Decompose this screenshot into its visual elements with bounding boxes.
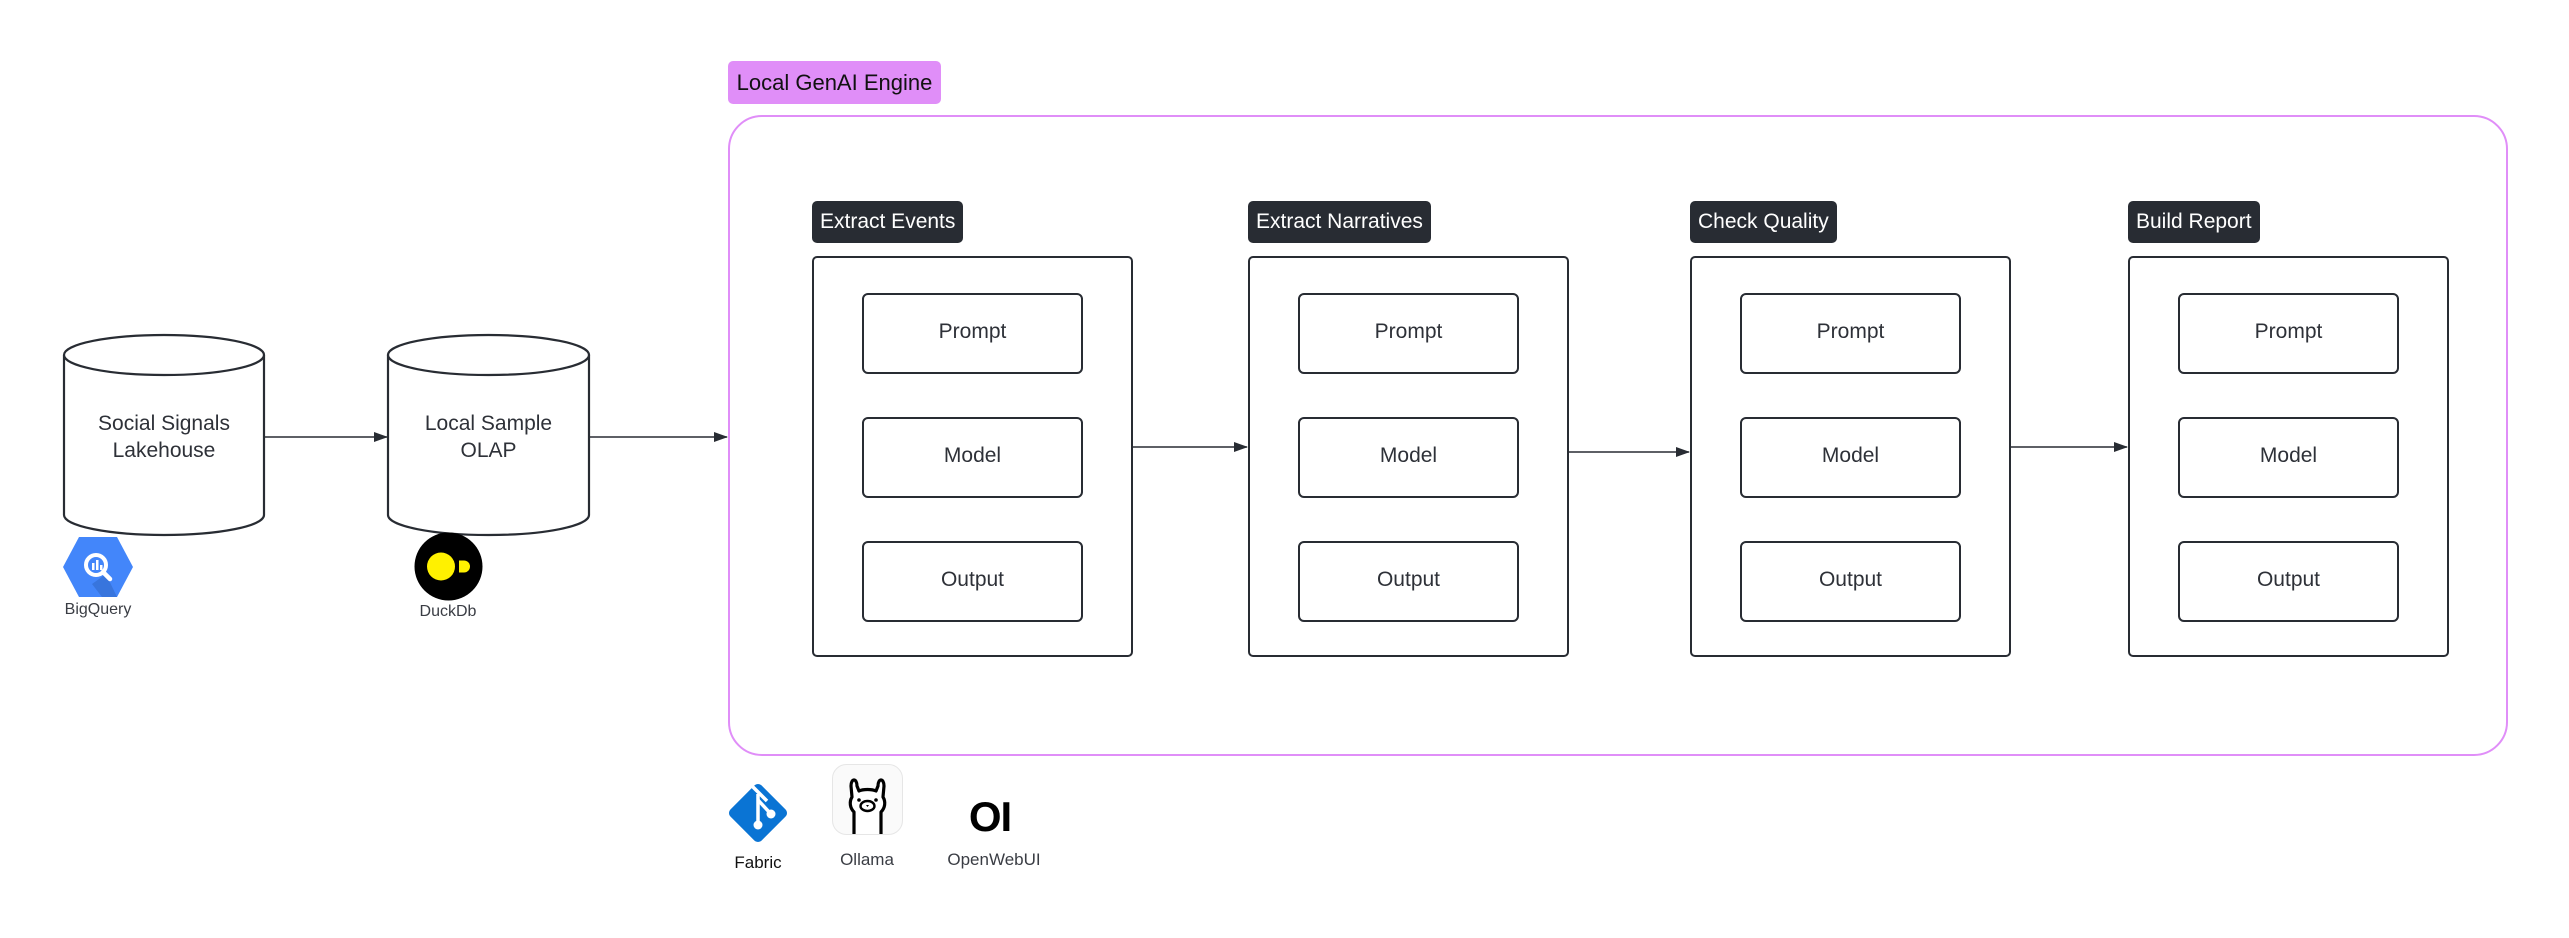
duckdb-label: DuckDb bbox=[419, 603, 477, 620]
bigquery-label: BigQuery bbox=[64, 601, 132, 618]
stage-tag-build-report: Build Report bbox=[2128, 201, 2260, 243]
step-output[interactable]: Output bbox=[2178, 541, 2399, 622]
olap-label-line2: OLAP bbox=[460, 439, 517, 462]
step-output[interactable]: Output bbox=[1298, 541, 1519, 622]
step-model[interactable]: Model bbox=[862, 417, 1083, 498]
step-model[interactable]: Model bbox=[1740, 417, 1961, 498]
stage-build-report[interactable]: Prompt Model Output bbox=[2128, 256, 2449, 657]
step-prompt[interactable]: Prompt bbox=[1298, 293, 1519, 374]
openwebui-icon: OI bbox=[968, 793, 1012, 840]
stage-extract-events[interactable]: Prompt Model Output bbox=[812, 256, 1133, 657]
stage-extract-narratives[interactable]: Prompt Model Output bbox=[1248, 256, 1569, 657]
step-output[interactable]: Output bbox=[862, 541, 1083, 622]
bigquery-icon bbox=[63, 537, 133, 597]
lakehouse-label: Social Signals Lakehouse bbox=[64, 395, 264, 479]
olap-label-line1: Local Sample bbox=[424, 412, 553, 435]
step-prompt[interactable]: Prompt bbox=[862, 293, 1083, 374]
stage-tag-extract-events: Extract Events bbox=[812, 201, 964, 243]
lakehouse-label-line2: Lakehouse bbox=[112, 439, 216, 462]
stage-tag-check-quality: Check Quality bbox=[1690, 201, 1837, 243]
engine-label: Local GenAI Engine bbox=[728, 61, 941, 104]
step-model[interactable]: Model bbox=[1298, 417, 1519, 498]
ollama-llama-icon bbox=[832, 764, 903, 835]
stage-tag-extract-narratives: Extract Narratives bbox=[1248, 201, 1431, 243]
lakehouse-label-line1: Social Signals bbox=[98, 412, 230, 435]
ollama-label: Ollama bbox=[840, 850, 894, 869]
step-prompt[interactable]: Prompt bbox=[2178, 293, 2399, 374]
fabric-git-icon bbox=[728, 783, 788, 843]
step-prompt[interactable]: Prompt bbox=[1740, 293, 1961, 374]
openwebui-label: OpenWebUI bbox=[947, 850, 1041, 869]
olap-label: Local Sample OLAP bbox=[388, 395, 589, 479]
fabric-label: Fabric bbox=[734, 853, 782, 872]
duckdb-icon bbox=[414, 532, 483, 601]
step-output[interactable]: Output bbox=[1740, 541, 1961, 622]
step-model[interactable]: Model bbox=[2178, 417, 2399, 498]
stage-check-quality[interactable]: Prompt Model Output bbox=[1690, 256, 2011, 657]
